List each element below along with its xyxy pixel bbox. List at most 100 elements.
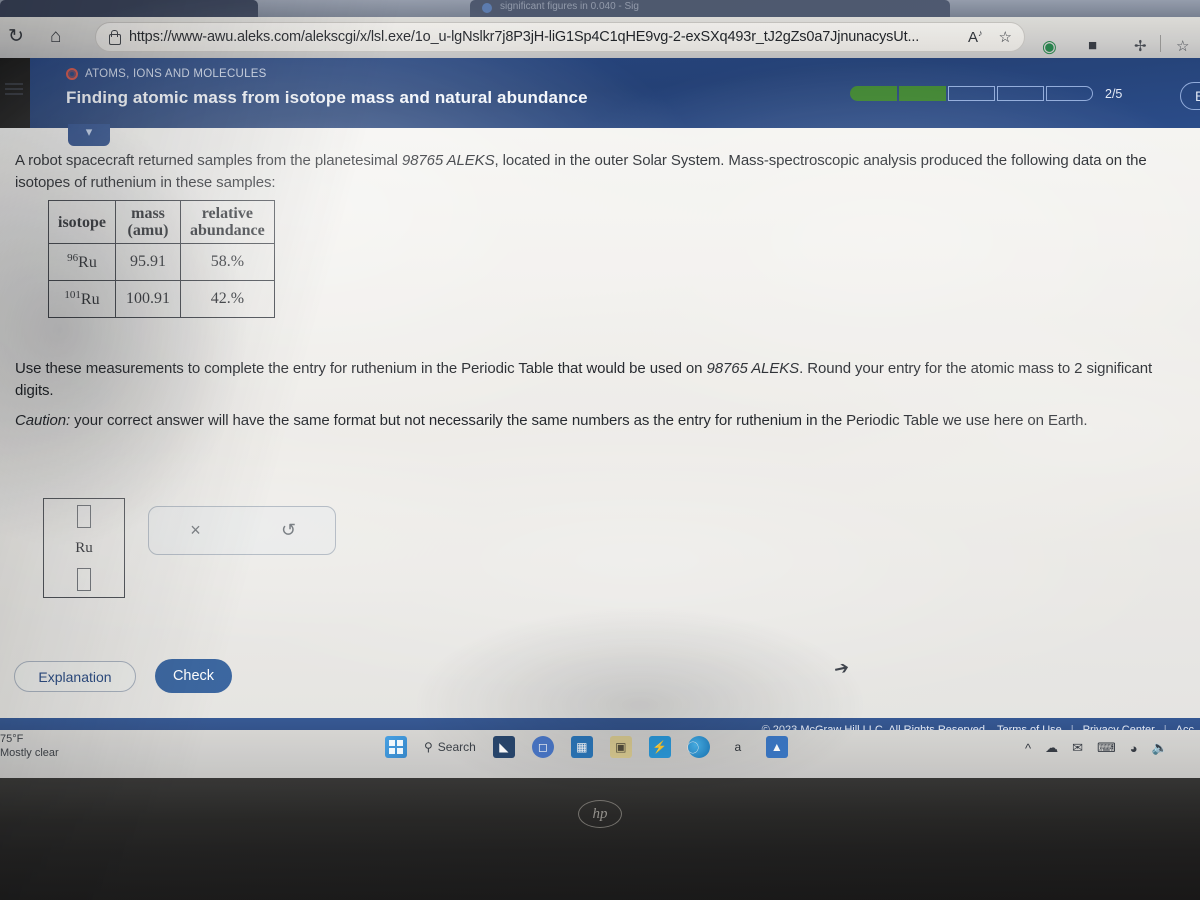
atomic-number-input[interactable] [77,505,91,528]
planetesimal-name-2: 98765 ALEKS [706,360,800,377]
progress-indicator: 2/5 [850,86,1122,101]
question-p2-part-a: Use these measurements to complete the e… [15,360,707,377]
question-caution: Caution: your correct answer will have t… [15,410,1190,432]
progress-segment-2 [899,86,946,101]
check-button[interactable]: Check [155,659,232,693]
network-icon[interactable]: ✉ [1072,740,1083,756]
isotope-2-mass-number: 101 [64,289,81,302]
home-icon[interactable]: ⌂ [50,27,61,47]
caution-text: your correct answer will have the same f… [70,412,1088,429]
table-row: 101Ru 100.91 42.% [48,280,275,319]
clear-x-icon[interactable]: × [149,520,242,541]
page-title: Finding atomic mass from isotope mass an… [66,88,588,107]
add-favorite-icon[interactable]: ☆ [999,28,1012,46]
progress-segment-5 [1046,86,1093,101]
isotope-1-mass-number: 96 [67,252,79,264]
weather-condition: Mostly clear [0,747,59,759]
progress-segment-4 [997,86,1044,101]
cell-mass-2: 100.91 [115,280,181,319]
search-icon: ⚲ [424,740,433,754]
cell-isotope-1: 96Ru [48,242,116,282]
wifi-icon[interactable]: ◕ [1130,741,1138,756]
column-header-mass-line2: (amu) [127,222,169,239]
edge-icon[interactable]: ⃝ [687,736,710,758]
table-row: 96Ru 95.91 58.% [48,242,275,282]
question-paragraph-1: A robot spacecraft returned samples from… [15,150,1190,194]
favorites-bar-icon[interactable]: ☆ [1176,37,1189,55]
cell-abundance-1: 58.% [180,242,275,282]
isotope-1-symbol: Ru [78,254,97,272]
table-header-row: isotope mass (amu) relative abundance [48,200,275,244]
menu-hamburger-icon[interactable] [5,80,23,98]
cell-mass-1: 95.91 [115,242,181,282]
check-button-label: Check [172,668,215,684]
tab-favicon [482,3,492,13]
user-menu-button[interactable]: Eliz [1180,82,1200,110]
read-aloud-icon[interactable]: A♪ [968,28,983,46]
column-header-mass: mass (amu) [115,200,181,244]
question-paragraph-2: Use these measurements to complete the e… [15,358,1190,402]
question-p1-part-a: A robot spacecraft returned samples from… [15,152,402,169]
weather-widget[interactable]: 75°F Mostly clear [0,732,59,760]
isotope-2-symbol: Ru [80,291,100,309]
grammarly-icon[interactable]: ◉ [1042,37,1057,57]
browser-tab-strip[interactable]: significant figures in 0.040 - Sig [0,0,1200,17]
photos-icon[interactable]: ▲ [765,736,788,758]
taskbar-search[interactable]: ⚲ Search [424,740,476,754]
keyboard-icon[interactable]: ⌨ [1097,740,1116,756]
column-header-isotope: isotope [48,200,116,244]
periodic-table-entry-cell[interactable]: Ru [43,498,125,598]
extensions-icon[interactable]: ✢ [1134,37,1147,55]
planetesimal-name-1: 98765 ALEKS [401,152,495,169]
topic-dot-icon [66,68,78,80]
topic-breadcrumb: ATOMS, IONS AND MOLECULES [66,68,267,80]
cell-abundance-2: 42.% [180,280,275,319]
progress-segment-1 [850,86,897,101]
element-symbol-label: Ru [75,539,93,556]
address-bar[interactable]: https://www-awu.aleks.com/alekscgi/x/lsl… [95,22,1025,52]
store-icon[interactable]: ▦ [570,736,593,758]
progress-count: 2/5 [1105,86,1123,101]
cloud-icon[interactable]: ☁ [1045,740,1058,756]
search-label: Search [437,740,476,754]
taskbar-icons: ⚲ Search ◣ ◻ ▦ ▣ ⚡ ⃝ a ▲ [385,736,788,758]
windows-taskbar: 75°F Mostly clear ⚲ Search ◣ ◻ ▦ ▣ ⚡ ⃝ a… [0,730,1200,778]
column-header-abundance-line2: abundance [190,222,265,239]
browser-tab-1[interactable] [0,0,258,17]
aleks-header: ATOMS, IONS AND MOLECULES Finding atomic… [30,58,1200,128]
screenshot-root: significant figures in 0.040 - Sig ↻ ⌂ h… [0,0,1200,900]
browser-tab-2[interactable]: significant figures in 0.040 - Sig [470,0,950,17]
address-bar-url: https://www-awu.aleks.com/alekscgi/x/lsl… [129,29,920,45]
weather-temperature: 75°F [0,733,24,745]
browser-tab-2-label: significant figures in 0.040 - Sig [500,1,639,12]
acrobat-a-icon[interactable]: a [727,736,749,758]
column-header-mass-line1: mass [131,205,165,222]
collections-icon[interactable]: ■ [1088,37,1097,54]
teams-icon[interactable]: ◻ [531,736,554,758]
column-header-abundance: relative abundance [180,200,275,244]
desk-background [0,840,1200,900]
windows-start-icon[interactable] [385,736,407,758]
explanation-button-label: Explanation [38,668,112,685]
app-gold-icon[interactable]: ▣ [609,736,632,758]
reload-icon[interactable]: ↻ [8,27,24,47]
hp-logo: hp [578,800,622,828]
collapse-header-toggle[interactable]: ▾ [68,124,110,146]
question-content: A robot spacecraft returned samples from… [0,128,1200,718]
chevron-up-icon[interactable]: ^ [1025,741,1031,756]
volume-icon[interactable]: 🔈 [1152,740,1168,756]
cell-isotope-2: 101Ru [48,280,116,319]
explanation-button[interactable]: Explanation [14,661,136,692]
undo-icon[interactable]: ↺ [242,520,335,541]
user-name-label: Eliz [1195,88,1200,104]
topic-label: ATOMS, IONS AND MOLECULES [85,68,267,80]
taskbar-app-1[interactable]: ◣ [492,736,515,758]
progress-segments [850,86,1095,101]
column-header-abundance-line1: relative [201,205,253,222]
answer-toolbar: × ↺ [148,506,336,555]
atomic-mass-input[interactable] [77,568,91,591]
system-tray: ^ ☁ ✉ ⌨ ◕ 🔈 [1025,740,1168,756]
app-blue-icon[interactable]: ⚡ [648,736,671,758]
chevron-down-icon: ▾ [85,124,93,139]
progress-segment-3 [948,86,995,101]
